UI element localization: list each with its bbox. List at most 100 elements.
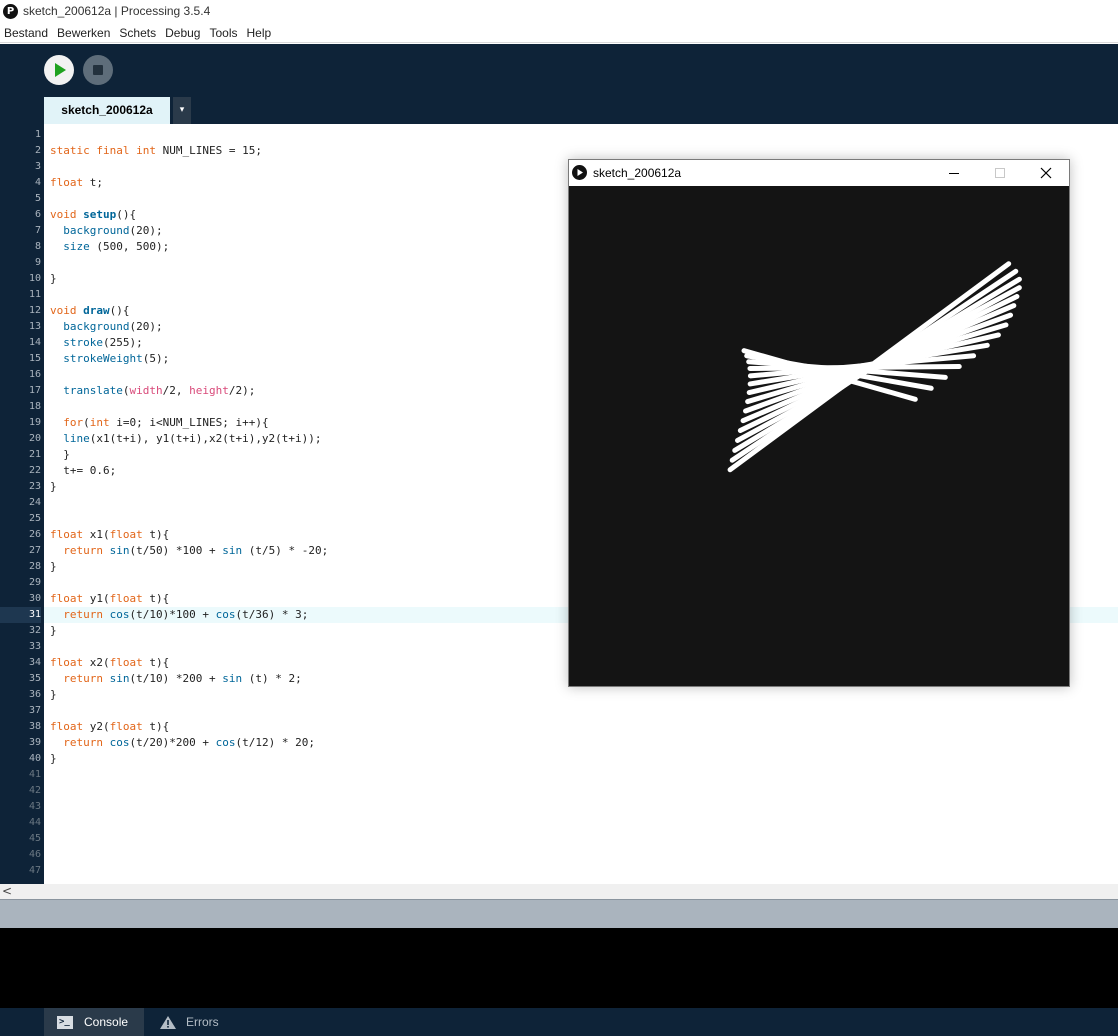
code-line[interactable]: strokeWeight(5); [50,351,169,367]
code-line[interactable]: background(20); [50,319,162,335]
line-number: 25 [28,513,41,524]
line-number: 16 [28,369,41,380]
line-number: 13 [28,321,41,332]
stop-button[interactable] [83,55,113,85]
horizontal-scrollbar[interactable]: < [0,884,1118,899]
maximize-icon [995,168,1005,178]
close-icon [1040,167,1052,179]
menu-bestand[interactable]: Bestand [0,23,52,42]
code-line[interactable]: float x1(float t){ [50,527,169,543]
tab-console[interactable]: >_ Console [44,1008,144,1036]
code-line[interactable]: static final int NUM_LINES = 15; [50,143,262,159]
scroll-left-arrow-icon[interactable]: < [2,884,12,898]
code-line[interactable]: return cos(t/20)*200 + cos(t/12) * 20; [50,735,315,751]
menu-tools[interactable]: Tools [205,23,241,42]
message-bar [0,899,1118,928]
code-line[interactable]: } [50,479,57,495]
line-number: 4 [34,177,41,188]
line-number: 5 [34,193,41,204]
window-title: sketch_200612a | Processing 3.5.4 [23,4,211,18]
code-line[interactable]: float y2(float t){ [50,719,169,735]
line-number: 24 [28,497,41,508]
line-number: 15 [28,353,41,364]
line-number: 34 [28,657,41,668]
line-number: 9 [34,257,41,268]
line-number: 1 [34,129,41,140]
sketch-window-titlebar[interactable]: sketch_200612a [569,160,1069,186]
code-line[interactable]: } [50,751,57,767]
code-line[interactable]: size (500, 500); [50,239,169,255]
code-line[interactable]: } [50,559,57,575]
line-number: 21 [28,449,41,460]
line-number: 19 [28,417,41,428]
line-number: 23 [28,481,41,492]
line-number: 29 [28,577,41,588]
line-number: 6 [34,209,41,220]
line-number: 7 [34,225,41,236]
menu-debug[interactable]: Debug [161,23,204,42]
minimize-button[interactable] [931,160,977,186]
close-button[interactable] [1023,160,1069,186]
line-number: 36 [28,689,41,700]
sketch-window-title: sketch_200612a [593,166,682,180]
line-number: 28 [28,561,41,572]
line-number: 39 [28,737,41,748]
code-line[interactable]: translate(width/2, height/2); [50,383,255,399]
stop-icon [93,65,103,75]
processing-logo-icon: P [3,4,18,19]
code-line[interactable]: return cos(t/10)*100 + cos(t/36) * 3; [50,607,308,623]
console-output[interactable] [0,928,1118,1008]
line-number: 45 [28,833,41,844]
code-line[interactable]: float x2(float t){ [50,655,169,671]
console-icon: >_ [57,1016,73,1029]
line-number: 27 [28,545,41,556]
tab-errors-label: Errors [186,1015,219,1029]
maximize-button[interactable] [977,160,1023,186]
line-number: 35 [28,673,41,684]
line-number: 30 [28,593,41,604]
code-line[interactable]: float y1(float t){ [50,591,169,607]
menu-schets[interactable]: Schets [115,23,160,42]
tab-menu-arrow-icon[interactable]: ▾ [173,97,191,124]
code-line[interactable]: background(20); [50,223,162,239]
code-line[interactable]: line(x1(t+i), y1(t+i),x2(t+i),y2(t+i)); [50,431,321,447]
play-icon [55,63,66,77]
code-line[interactable]: void draw(){ [50,303,130,319]
menu-bar: Bestand Bewerken Schets Debug Tools Help [0,23,1118,43]
line-number: 32 [28,625,41,636]
code-line[interactable]: } [50,271,57,287]
sketch-output-window[interactable]: sketch_200612a [568,159,1070,687]
line-number: 37 [28,705,41,716]
code-line[interactable]: for(int i=0; i<NUM_LINES; i++){ [50,415,268,431]
code-line[interactable]: return sin(t/50) *100 + sin (t/5) * -20; [50,543,328,559]
code-line[interactable]: t+= 0.6; [50,463,116,479]
code-line[interactable]: } [50,687,57,703]
line-number: 3 [34,161,41,172]
menu-help[interactable]: Help [243,23,276,42]
code-line[interactable]: } [50,623,57,639]
line-number-gutter: 1 2 3 4 5 6 7 8 9 10 11 12 13 14 15 16 17 18 19 20 21 22 23 24 2… [0,124,44,884]
line-number: 20 [28,433,41,444]
code-line[interactable]: } [50,447,70,463]
line-number: 44 [28,817,41,828]
window-titlebar[interactable]: P sketch_200612a | Processing 3.5.4 [0,0,1118,23]
line-number: 11 [28,289,41,300]
code-line[interactable]: return sin(t/10) *200 + sin (t) * 2; [50,671,301,687]
tab-sketch-200612a[interactable]: sketch_200612a [44,97,170,124]
tab-errors[interactable]: Errors [147,1008,231,1036]
line-number: 2 [34,145,41,156]
sketch-canvas[interactable] [569,186,1069,686]
code-line[interactable]: stroke(255); [50,335,143,351]
code-line[interactable]: float t; [50,175,103,191]
footer-tabs: >_ Console Errors [0,1008,1118,1036]
line-number: 14 [28,337,41,348]
menu-bewerken[interactable]: Bewerken [53,23,114,42]
line-number: 18 [28,401,41,412]
line-number: 26 [28,529,41,540]
run-button[interactable] [44,55,74,85]
line-number: 10 [28,273,41,284]
line-number: 42 [28,785,41,796]
play-icon [572,165,587,180]
code-line[interactable]: void setup(){ [50,207,136,223]
line-number: 47 [28,865,41,876]
